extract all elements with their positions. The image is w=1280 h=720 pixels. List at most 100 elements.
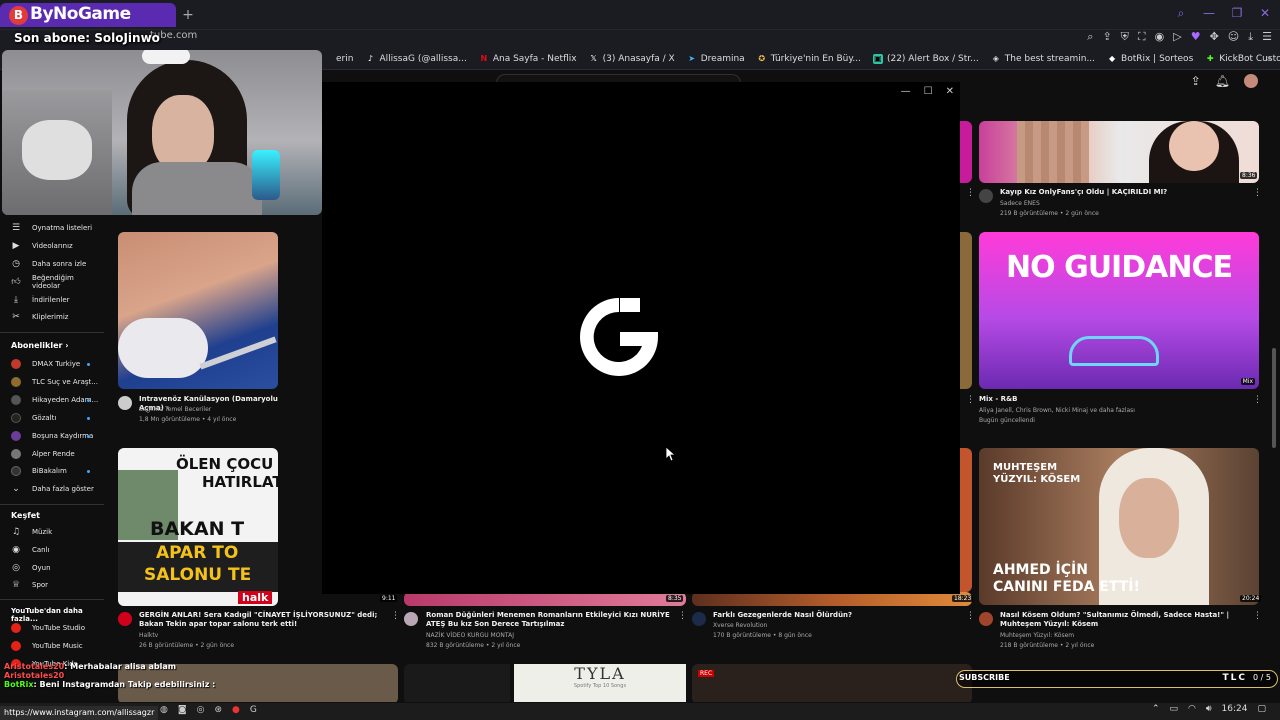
video-title[interactable]: Kayıp Kız OnlyFans'çı Oldu | KAÇIRILDI M… <box>1000 188 1250 197</box>
subscription-item[interactable]: Boşuna Kaydırma <box>0 428 104 444</box>
wifi-icon[interactable]: ◠ <box>1188 704 1196 714</box>
discord-icon[interactable]: ◙ <box>178 705 187 715</box>
close-icon[interactable]: ✕ <box>946 86 954 97</box>
bookmarks-overflow-icon[interactable]: » <box>1266 54 1272 64</box>
search-icon[interactable]: ⌕ <box>1174 6 1188 24</box>
sidebar-item-youtube-music[interactable]: YouTube Music <box>0 638 104 654</box>
shield-icon[interactable]: ⛨ <box>1121 30 1129 44</box>
clock[interactable]: 16:24 <box>1222 704 1248 714</box>
video-thumbnail[interactable]: REC <box>692 664 972 702</box>
video-channel[interactable]: Aliya Janell, Chris Brown, Nicki Minaj v… <box>979 406 1135 415</box>
video-thumbnail[interactable]: MUHTEŞEM YÜZYIL: KÖSEM AHMED İÇİN CANINI… <box>979 448 1259 605</box>
channel-avatar[interactable] <box>118 612 132 626</box>
sidebar-item-youtube-studio[interactable]: YouTube Studio <box>0 620 104 636</box>
minimize-icon[interactable]: — <box>1202 6 1216 24</box>
network-icon[interactable]: ▭ <box>1170 704 1179 714</box>
video-thumbnail-partial[interactable] <box>960 232 972 389</box>
chrome-icon[interactable]: ◍ <box>160 705 168 715</box>
more-options-icon[interactable]: ⋮ <box>1253 188 1262 198</box>
sidebar-item-downloads[interactable]: ⤓ İndirilenler <box>0 292 104 308</box>
play-icon[interactable]: ▷ <box>1173 30 1181 44</box>
sidebar-item-live[interactable]: ◉ Canlı <box>0 542 104 558</box>
video-channel[interactable]: Xverse Revolution <box>713 621 767 630</box>
steam-icon[interactable]: ⊛ <box>214 705 222 715</box>
zoom-icon[interactable]: ⌕ <box>1087 30 1093 44</box>
video-thumbnail[interactable] <box>404 592 686 606</box>
chevron-up-icon[interactable]: ⌃ <box>1152 704 1160 714</box>
close-icon[interactable]: ✕ <box>1258 6 1272 24</box>
notifications-icon[interactable]: ▢ <box>1257 704 1266 714</box>
subscription-item[interactable]: TLC Suç ve Araşt... <box>0 374 104 390</box>
channel-avatar[interactable] <box>979 612 993 626</box>
video-thumbnail[interactable] <box>118 232 278 389</box>
video-thumbnail[interactable] <box>692 592 972 606</box>
profile-icon[interactable]: ☺ <box>1228 30 1239 44</box>
bookmark-6[interactable]: ▣ (22) Alert Box / Str... <box>872 53 979 64</box>
more-options-icon[interactable]: ⋮ <box>966 395 975 405</box>
subscriptions-header[interactable]: Abonelikler › <box>11 341 69 350</box>
bell-icon[interactable]: 🔔︎ <box>1215 74 1230 88</box>
sidebar-item-clips[interactable]: ✂ Kliplerimiz <box>0 309 104 325</box>
camera-icon[interactable]: ◉ <box>1155 30 1165 44</box>
show-more-button[interactable]: ⌄ Daha fazla göster <box>0 481 104 497</box>
video-channel[interactable]: Sadece ENES <box>1000 199 1040 208</box>
video-title[interactable]: Nasıl Kösem Oldum? "Sultanımız Ölmedi, S… <box>1000 611 1250 629</box>
extensions-icon[interactable]: ✥ <box>1210 30 1219 44</box>
channel-avatar[interactable] <box>404 612 418 626</box>
share-icon[interactable]: ⇪ <box>1102 30 1111 44</box>
sidebar-item-music[interactable]: ♫ Müzik <box>0 524 104 540</box>
menu-icon[interactable]: ☰ <box>1262 30 1272 44</box>
ghub-icon[interactable]: G <box>250 705 257 715</box>
video-thumbnail-partial[interactable] <box>960 121 972 183</box>
avatar[interactable] <box>1244 74 1258 88</box>
subscription-item[interactable]: Hikayeden Adam... <box>0 392 104 408</box>
more-options-icon[interactable]: ⋮ <box>678 611 687 621</box>
bookmark-3[interactable]: 𝕏 (3) Anasayfa / X <box>589 54 674 64</box>
new-tab-icon[interactable]: + <box>180 7 196 23</box>
video-title[interactable]: Farklı Gezegenlerde Nasıl Ölürdün? <box>713 611 963 620</box>
sidebar-item-liked[interactable]: 👍︎ Beğendiğim videolar <box>0 274 104 290</box>
video-thumbnail[interactable] <box>404 664 510 702</box>
screenshot-icon[interactable]: ⛶ <box>1138 30 1146 44</box>
channel-avatar[interactable] <box>692 612 706 626</box>
video-thumbnail[interactable]: TYLA Spotify Top 10 Songs <box>514 664 686 702</box>
sidebar-item-sports[interactable]: ♕ Spor <box>0 577 104 593</box>
bookmark-5[interactable]: ✪ Türkiye'nin En Büy... <box>757 54 861 64</box>
subscription-item[interactable]: Alper Rende <box>0 446 104 462</box>
downloads-icon[interactable]: ⤓ <box>1248 30 1253 44</box>
sidebar-item-playlists[interactable]: ☰ Oynatma listeleri <box>0 220 104 236</box>
bookmark-2[interactable]: N Ana Sayfa - Netflix <box>479 54 576 64</box>
video-thumbnail-partial[interactable] <box>960 448 972 592</box>
video-title[interactable]: Roman Düğünleri Menemen Romanların Etkil… <box>426 611 676 629</box>
subscription-item[interactable]: DMAX Turkiye <box>0 356 104 372</box>
bookmark-7[interactable]: ◈ The best streamin... <box>991 54 1095 64</box>
page-scrollbar[interactable] <box>1272 348 1276 448</box>
more-options-icon[interactable]: ⋮ <box>966 611 975 621</box>
heart-icon[interactable]: ♥ <box>1191 30 1201 44</box>
bookmark-8[interactable]: ◆ BotRix | Sorteos <box>1107 54 1193 64</box>
maximize-icon[interactable]: ☐ <box>924 86 933 97</box>
video-thumbnail[interactable]: ÖLEN ÇOCU HATIRLAT BAKAN T APAR TO SALON… <box>118 448 278 606</box>
volume-icon[interactable]: 🔊︎ <box>1206 704 1212 714</box>
video-channel[interactable]: Halktv <box>139 631 158 640</box>
more-options-icon[interactable]: ⋮ <box>966 188 975 198</box>
logitech-ghub-window[interactable]: — ☐ ✕ <box>322 82 960 594</box>
bookmark-4[interactable]: ➤ Dreamina <box>687 54 744 64</box>
sidebar-item-your-videos[interactable]: ▶ Videolarınız <box>0 238 104 254</box>
video-thumbnail[interactable]: NO GUIDANCE Mix <box>979 232 1259 389</box>
video-channel[interactable]: Muhteşem Yüzyıl: Kösem <box>1000 631 1074 640</box>
bookmark-0[interactable]: erin <box>322 54 353 64</box>
video-channel[interactable]: NAZİK VİDEO KURGU MONTAJ <box>426 631 514 640</box>
video-thumbnail[interactable] <box>979 121 1259 183</box>
record-icon[interactable]: ● <box>232 705 240 715</box>
restore-icon[interactable]: ❐ <box>1230 6 1244 24</box>
bookmark-1[interactable]: ♪ AllissaG (@allissa... <box>365 54 467 64</box>
subscription-item[interactable]: Gözaltı <box>0 410 104 426</box>
subscription-item[interactable]: BiBakalım <box>0 463 104 479</box>
upload-icon[interactable]: ⇪ <box>1191 74 1201 88</box>
minimize-icon[interactable]: — <box>901 86 911 97</box>
obs-icon[interactable]: ◎ <box>197 705 205 715</box>
more-options-icon[interactable]: ⋮ <box>1253 395 1262 405</box>
channel-avatar[interactable] <box>118 396 132 410</box>
video-title[interactable]: GERGİN ANLAR! Sera Kadıgil "CİNAYET İŞLİ… <box>139 611 389 629</box>
